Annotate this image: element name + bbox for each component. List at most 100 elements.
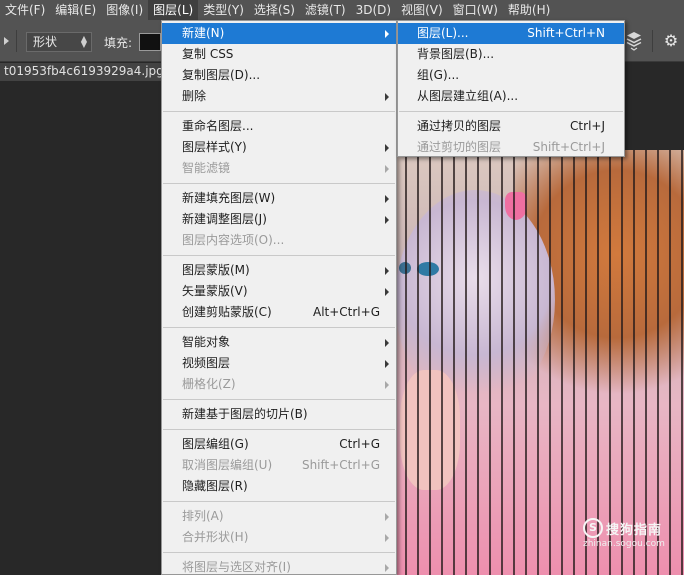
layer-menu-item[interactable]: 图层蒙版(M) [162,260,396,281]
new-submenu-item-label: 从图层建立组(A)... [417,89,519,103]
new-submenu-item[interactable]: 组(G)... [398,65,624,86]
shape-mode-select[interactable]: 形状 ▲ ▼ [26,32,92,52]
layer-menu-item[interactable]: 复制 CSS [162,44,396,65]
canvas-image[interactable] [395,150,684,575]
menu-separator [163,255,395,256]
menu-2[interactable]: 图像(I) [101,0,148,20]
stripe-overlay [395,150,684,575]
menu-bar: 文件(F) 编辑(E) 图像(I) 图层(L) 类型(Y) 选择(S) 滤镜(T) 3D(D)… [0,0,684,20]
layer-menu-item-label: 新建调整图层(J) [182,212,267,226]
sogou-logo-icon: S [583,518,603,538]
document-tab[interactable]: t01953fb4c6193929a4.jpg @ [0,63,170,81]
layer-menu-item-label: 将图层与选区对齐(I) [182,560,291,574]
layer-menu-item: 智能滤镜 [162,158,396,179]
layer-menu-item[interactable]: 复制图层(D)... [162,65,396,86]
path-arrangement-icon[interactable] [625,31,643,51]
layer-menu-item: 取消图层编组(U) Shift+Ctrl+G [162,455,396,476]
layer-menu-item[interactable]: 视频图层 [162,353,396,374]
menu-separator [163,501,395,502]
menu-6[interactable]: 滤镜(T) [300,0,351,20]
gear-icon[interactable]: ⚙ [662,32,680,50]
layer-menu-item[interactable]: 新建填充图层(W) [162,188,396,209]
submenu-arrow-icon [385,288,389,296]
submenu-arrow-icon [385,339,389,347]
new-submenu-item[interactable]: 背景图层(B)... [398,44,624,65]
layer-menu-item-label: 创建剪贴蒙版(C) [182,305,272,319]
layer-menu-item[interactable]: 图层样式(Y) [162,137,396,158]
submenu-arrow-icon [385,216,389,224]
layer-menu-item-shortcut: Alt+Ctrl+G [312,305,380,319]
new-submenu-item[interactable]: 图层(L)... Shift+Ctrl+N [398,23,624,44]
menu-1[interactable]: 编辑(E) [50,0,101,20]
new-submenu: 图层(L)... Shift+Ctrl+N 背景图层(B)... 组(G)... 从图层… [397,20,625,157]
watermark-url: zhinan.sogou.com [583,539,665,549]
submenu-arrow-icon [385,165,389,173]
menu-separator [163,552,395,553]
layer-menu-item-label: 取消图层编组(U) [182,458,273,472]
layer-menu-item[interactable]: 图层编组(G) Ctrl+G [162,434,396,455]
shape-mode-value: 形状 [33,35,58,49]
layer-menu-item-label: 新建填充图层(W) [182,191,276,205]
layer-menu-item[interactable]: 矢量蒙版(V) [162,281,396,302]
new-submenu-item-label: 通过剪切的图层 [417,140,502,154]
layer-menu: 新建(N) 复制 CSS 复制图层(D)... 删除 重命名图层... 图层样式(Y) 智能… [161,20,397,575]
tool-preset-arrow-icon[interactable] [4,37,9,45]
divider [652,30,653,52]
submenu-arrow-icon [385,195,389,203]
layer-menu-item: 排列(A) [162,506,396,527]
layer-menu-item-label: 合并形状(H) [182,530,249,544]
menu-3[interactable]: 图层(L) [148,0,199,20]
new-submenu-item: 通过剪切的图层 Shift+Ctrl+J [398,137,624,158]
layer-menu-item[interactable]: 删除 [162,86,396,107]
layer-menu-item-label: 新建基于图层的切片(B) [182,407,308,421]
new-submenu-item[interactable]: 通过拷贝的图层 Ctrl+J [398,116,624,137]
new-submenu-item-label: 图层(L)... [417,26,469,40]
menu-separator [163,111,395,112]
layer-menu-item[interactable]: 隐藏图层(R) [162,476,396,497]
layer-menu-item: 图层内容选项(O)... [162,230,396,251]
new-submenu-item-label: 背景图层(B)... [417,47,495,61]
fill-color-swatch[interactable] [139,33,161,51]
layer-menu-item-label: 图层蒙版(M) [182,263,250,277]
layer-menu-item-label: 矢量蒙版(V) [182,284,248,298]
menu-0[interactable]: 文件(F) [0,0,50,20]
new-submenu-item[interactable]: 从图层建立组(A)... [398,86,624,107]
submenu-arrow-icon [385,30,389,38]
new-submenu-item-shortcut: Shift+Ctrl+J [532,140,605,154]
new-submenu-item-shortcut: Shift+Ctrl+N [527,26,605,40]
menu-5[interactable]: 选择(S) [249,0,300,20]
layer-menu-item-label: 复制 CSS [182,47,234,61]
submenu-arrow-icon [385,381,389,389]
layer-menu-item-label: 删除 [182,89,207,103]
menu-7[interactable]: 3D(D) [351,0,396,20]
menu-4[interactable]: 类型(Y) [198,0,249,20]
updown-caret-icon: ▲ ▼ [80,34,87,49]
layer-menu-item[interactable]: 新建调整图层(J) [162,209,396,230]
menu-separator [163,429,395,430]
layer-menu-item: 合并形状(H) [162,527,396,548]
new-submenu-item-label: 通过拷贝的图层 [417,119,502,133]
layer-menu-item[interactable]: 智能对象 [162,332,396,353]
menu-8[interactable]: 视图(V) [396,0,448,20]
menu-10[interactable]: 帮助(H) [503,0,555,20]
layer-menu-item: 将图层与选区对齐(I) [162,557,396,575]
layer-menu-item-shortcut: Ctrl+G [339,437,380,451]
new-submenu-item-label: 组(G)... [417,68,460,82]
fill-label: 填充: [104,36,133,50]
layer-menu-item[interactable]: 新建(N) [162,23,396,44]
layer-menu-item-label: 新建(N) [182,26,225,40]
layer-menu-item[interactable]: 重命名图层... [162,116,396,137]
layer-menu-item-label: 栅格化(Z) [182,377,236,391]
submenu-arrow-icon [385,513,389,521]
layer-menu-item-label: 视频图层 [182,356,231,370]
divider [16,30,17,52]
menu-9[interactable]: 窗口(W) [448,0,503,20]
layer-menu-item[interactable]: 创建剪贴蒙版(C) Alt+Ctrl+G [162,302,396,323]
watermark-brand: 搜狗指南 [606,523,663,538]
layer-menu-item-label: 图层内容选项(O)... [182,233,285,247]
submenu-arrow-icon [385,267,389,275]
layer-menu-item[interactable]: 新建基于图层的切片(B) [162,404,396,425]
layer-menu-item-label: 隐藏图层(R) [182,479,248,493]
watermark: S 搜狗指南 zhinan.sogou.com [583,518,683,554]
menu-separator [163,327,395,328]
